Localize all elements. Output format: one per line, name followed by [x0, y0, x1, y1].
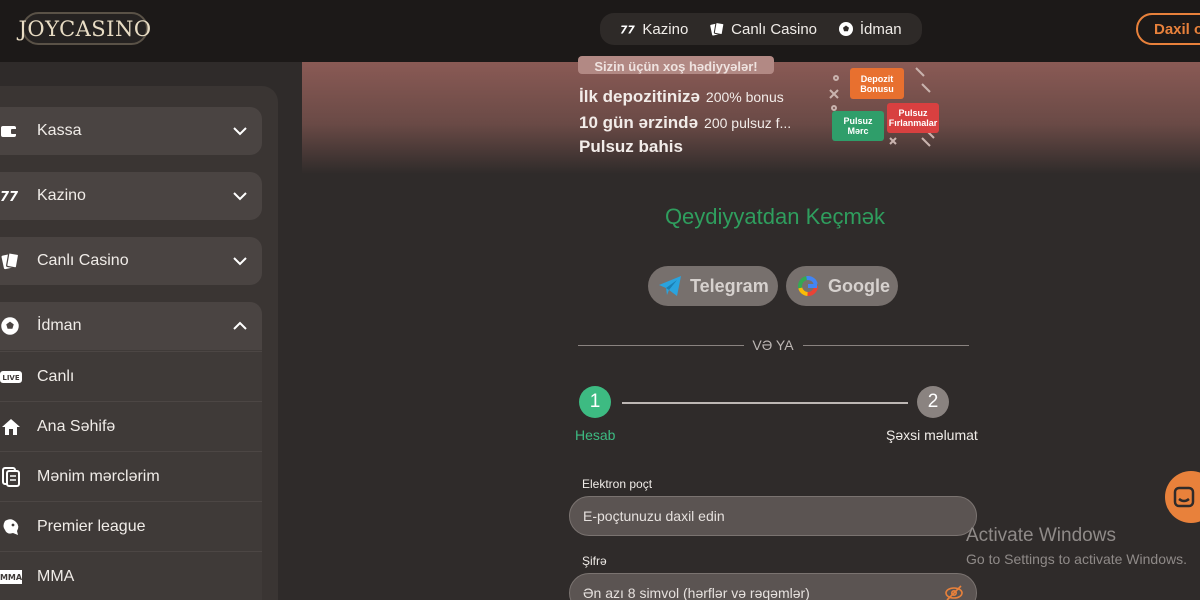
live-badge-text: LIVE	[2, 374, 19, 382]
chevron-up-icon	[233, 321, 247, 330]
promo-line-small: 200% bonus	[705, 89, 784, 105]
sidebar-subitem-premier-league[interactable]: Premier league	[0, 501, 262, 551]
telegram-login-button[interactable]: Telegram	[648, 266, 778, 306]
wallet-icon	[0, 121, 20, 141]
stepper-line	[622, 402, 908, 404]
sidebar-subitem-live[interactable]: LIVE Canlı	[0, 351, 262, 401]
joycasino-logo[interactable]: JOYCASINO	[18, 12, 151, 45]
promo-tag: Sizin üçün xoş hədiyyələr!	[578, 56, 774, 74]
sidebar-item-live-casino[interactable]: Canlı Casino	[0, 237, 262, 285]
support-chat-button[interactable]	[1165, 471, 1200, 523]
topnav-kazino[interactable]: 77 Kazino	[620, 21, 688, 38]
sidebar-item-label: Ana Səhifə	[37, 417, 116, 435]
sidebar-subitem-mma[interactable]: MMA MMA	[0, 551, 262, 600]
topnav-sport[interactable]: İdman	[838, 21, 902, 38]
sidebar-item-label: MMA	[37, 567, 75, 585]
sidebar-item-label: Premier league	[37, 517, 146, 535]
promo-line-small: 200 pulsuz f...	[704, 115, 792, 131]
step-1-indicator: 1	[579, 386, 611, 418]
divider-right	[803, 345, 969, 346]
sidebar-item-label: İdman	[37, 317, 82, 334]
step-2-indicator: 2	[917, 386, 949, 418]
svg-text:77: 77	[0, 190, 19, 203]
sidebar-item-label: Canlı	[37, 367, 75, 385]
playing-cards-icon	[0, 251, 20, 271]
sidebar-item-label: Canlı Casino	[37, 252, 129, 269]
topnav-live-casino[interactable]: Canlı Casino	[709, 21, 817, 38]
promo-line-bold: Pulsuz bahis	[579, 137, 683, 156]
google-login-button[interactable]: Google	[786, 266, 898, 306]
bet-slip-icon	[0, 466, 22, 487]
step-1-label: Hesab	[575, 427, 616, 443]
soccer-ball-icon	[0, 316, 20, 336]
sidebar-item-label: Kassa	[37, 122, 82, 139]
promo-line-2: 10 gün ərzində 200 pulsuz f...	[579, 113, 791, 133]
sidebar-item-kazino[interactable]: 77 Kazino	[0, 172, 262, 220]
or-separator: VƏ YA	[752, 337, 794, 353]
sidebar-item-kassa[interactable]: Kassa	[0, 107, 262, 155]
promo-line-bold: 10 gün ərzində	[579, 113, 699, 132]
chevron-down-icon	[233, 192, 247, 201]
promo-line-3: Pulsuz bahis	[579, 137, 683, 157]
promo-line-1: İlk depozitinizə 200% bonus	[579, 87, 784, 107]
password-label: Şifrə	[582, 554, 607, 568]
divider-left	[578, 345, 744, 346]
sidebar-item-sport[interactable]: İdman	[0, 302, 262, 350]
live-badge-icon: LIVE	[0, 367, 22, 387]
mma-badge-text: MMA	[0, 573, 22, 582]
eye-off-icon[interactable]	[944, 584, 964, 600]
top-nav: 77 Kazino Canlı Casino İdman	[600, 13, 922, 45]
chevron-down-icon	[233, 257, 247, 266]
soccer-ball-icon	[838, 21, 854, 37]
telegram-label: Telegram	[690, 275, 769, 296]
topnav-sport-label: İdman	[859, 20, 902, 38]
playing-cards-icon	[709, 21, 725, 37]
chip-free-bet: Pulsuz Mərc	[832, 111, 884, 141]
sidebar-subitem-home[interactable]: Ana Səhifə	[0, 401, 262, 451]
chip-deposit-bonus: Depozit Bonusu	[850, 68, 904, 99]
promo-line-bold: İlk depozitinizə	[579, 87, 700, 106]
registration-title: Qeydiyyatdan Keçmək	[664, 204, 886, 229]
slot-777-icon: 77	[0, 186, 20, 206]
email-label: Elektron poçt	[582, 477, 653, 491]
home-icon	[0, 417, 22, 437]
google-icon	[796, 274, 820, 298]
windows-activation-subtitle: Go to Settings to activate Windows.	[966, 551, 1187, 567]
sidebar-item-label: Kazino	[37, 187, 86, 204]
email-field[interactable]	[569, 496, 977, 536]
chip-free-spins: Pulsuz Fırlanmalar	[887, 103, 939, 133]
login-button[interactable]: Daxil ol	[1136, 13, 1200, 45]
sidebar: Kassa 77 Kazino Canlı Casino İdman LIVE …	[0, 86, 278, 600]
topnav-live-casino-label: Canlı Casino	[731, 20, 818, 38]
svg-text:77: 77	[620, 23, 635, 35]
google-label: Google	[828, 275, 890, 296]
sidebar-group-sport: İdman LIVE Canlı Ana Səhifə Mənim mərclə…	[0, 302, 262, 600]
topnav-kazino-label: Kazino	[642, 20, 689, 38]
chevron-down-icon	[233, 127, 247, 136]
windows-activation-title: Activate Windows	[966, 525, 1116, 546]
telegram-icon	[658, 275, 682, 297]
password-field[interactable]	[569, 573, 977, 600]
chat-icon	[1173, 486, 1195, 508]
step-2-label: Şəxsi məlumat	[886, 427, 978, 443]
sidebar-subitem-my-bets[interactable]: Mənim mərclərim	[0, 451, 262, 501]
lion-icon	[0, 517, 22, 537]
slot-777-icon: 77	[620, 21, 636, 37]
sidebar-item-label: Mənim mərclərim	[37, 467, 160, 485]
mma-icon: MMA	[0, 567, 22, 587]
top-header: JOYCASINO 77 Kazino Canlı Casino İdman D…	[0, 0, 1200, 62]
